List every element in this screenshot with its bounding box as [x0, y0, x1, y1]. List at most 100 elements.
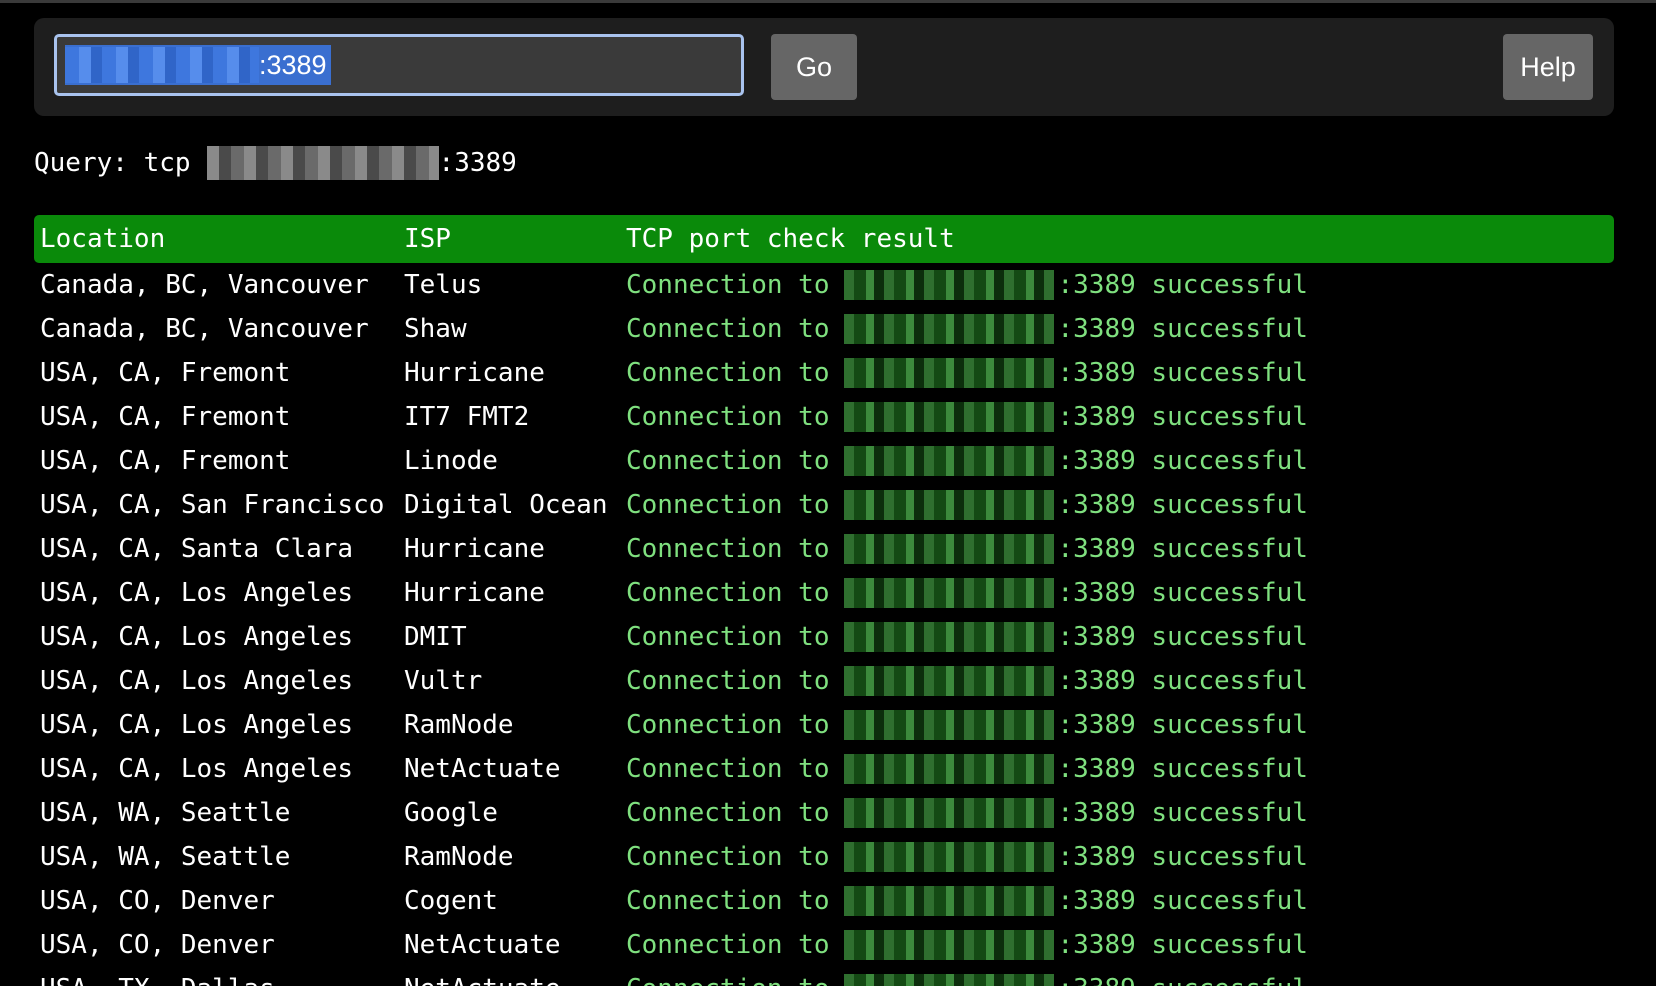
help-button[interactable]: Help	[1503, 34, 1593, 100]
result-prefix: Connection to	[626, 930, 830, 960]
row-location: USA, TX, Dallas	[40, 974, 275, 986]
result-suffix: :3389 successful	[1057, 930, 1308, 960]
table-header: Location ISP TCP port check result	[34, 215, 1614, 263]
redacted-host	[843, 842, 1054, 872]
row-location: Canada, BC, Vancouver	[40, 270, 369, 300]
window-top-border	[0, 0, 1656, 3]
row-location: USA, CO, Denver	[40, 886, 275, 916]
redacted-host	[65, 47, 259, 83]
query-toolbar: :3389 Go Help	[34, 18, 1614, 116]
redacted-host	[843, 578, 1054, 608]
row-location: USA, CA, Fremont	[40, 446, 291, 476]
row-result: Connection to :3389 successful	[626, 754, 1308, 784]
redacted-host	[843, 886, 1054, 916]
row-result: Connection to:3389 successful	[626, 886, 1308, 916]
redacted-host	[843, 754, 1054, 784]
result-suffix: :3389 successful	[1057, 490, 1308, 520]
redacted-host	[843, 798, 1054, 828]
redacted-host	[843, 666, 1054, 696]
result-suffix: :3389 successful	[1057, 402, 1308, 432]
row-isp: Hurricane	[404, 358, 545, 388]
query-input-port: :3389	[259, 49, 327, 80]
redacted-host	[843, 622, 1054, 652]
result-suffix: :3389 successful	[1057, 534, 1308, 564]
row-result: Connection to :3389 successful	[626, 710, 1308, 740]
result-suffix: :3389 successful	[1057, 270, 1308, 300]
row-isp: Hurricane	[404, 578, 545, 608]
row-location: USA, WA, Seattle	[40, 798, 291, 828]
table-row: USA, CA, Fremont IT7 FMT2 Connection to:33…	[34, 395, 1614, 439]
result-prefix: Connection to	[626, 314, 830, 344]
result-prefix: Connection to	[626, 886, 830, 916]
row-location: USA, CA, Los Angeles	[40, 666, 354, 696]
row-result: Connection to :3389 successful	[626, 842, 1308, 872]
redacted-host	[843, 974, 1054, 986]
row-isp: Telus	[404, 270, 483, 300]
row-isp: Google	[404, 798, 498, 828]
header-location: Location	[40, 224, 166, 254]
table-row: Canada, BC, Vancouver Telus Connection to:…	[34, 263, 1614, 307]
header-isp: ISP	[404, 224, 451, 254]
query-summary: Query: tcp :3389	[34, 146, 517, 180]
result-suffix: :3389 successful	[1057, 754, 1308, 784]
result-suffix: :3389 successful	[1058, 974, 1308, 986]
row-isp: Shaw	[404, 314, 467, 344]
row-isp: Linode	[404, 446, 498, 476]
redacted-host	[843, 446, 1054, 476]
row-location: USA, CA, Los Angeles	[40, 754, 354, 784]
result-suffix: :3389 successful	[1057, 622, 1308, 652]
row-location: USA, CA, Los Angeles	[40, 622, 354, 652]
result-suffix: :3389 successful	[1057, 314, 1308, 344]
redacted-host	[206, 146, 439, 180]
row-location: USA, CA, San Francisco	[40, 490, 385, 520]
result-suffix: :3389 successful	[1057, 666, 1308, 696]
redacted-host	[843, 402, 1054, 432]
result-prefix: Connection to	[626, 710, 830, 740]
result-suffix: :3389 successful	[1057, 446, 1308, 476]
result-suffix: :3389 successful	[1057, 842, 1308, 872]
row-location: Canada, BC, Vancouver	[40, 314, 369, 344]
row-result: Connection to:3389 successful	[626, 490, 1308, 520]
query-prefix: Query: tcp	[34, 148, 191, 178]
go-button[interactable]: Go	[771, 34, 857, 100]
result-prefix: Connection to	[626, 534, 830, 564]
row-isp: NetActuate	[404, 974, 561, 986]
result-prefix: Connection to	[626, 842, 830, 872]
table-row: USA, CA, Los Angeles NetActuate Connection…	[34, 747, 1614, 791]
result-suffix: :3389 successful	[1057, 710, 1308, 740]
redacted-host	[843, 358, 1054, 388]
row-result: Connection to:3389 successful	[626, 666, 1308, 696]
result-suffix: :3389 successful	[1057, 358, 1308, 388]
row-isp: Digital Ocean	[404, 490, 608, 520]
row-result: Connection to:3389 successful	[626, 446, 1308, 476]
query-input[interactable]: :3389	[54, 34, 744, 96]
row-isp: IT7 FMT2	[404, 402, 530, 432]
row-isp: Vultr	[404, 666, 483, 696]
redacted-host	[843, 490, 1054, 520]
row-result: Connection to :3389 successful	[626, 930, 1308, 960]
row-isp: NetActuate	[404, 754, 561, 784]
row-isp: Hurricane	[404, 534, 545, 564]
row-location: USA, CA, Fremont	[40, 402, 291, 432]
result-prefix: Connection to	[626, 754, 830, 784]
table-row: USA, TX, Dallas NetActuate Connection to :3…	[34, 967, 1614, 986]
table-row: USA, CO, Denver NetActuate Connection to :3…	[34, 923, 1614, 967]
table-row: USA, CA, Los Angeles DMIT Connection to:33…	[34, 615, 1614, 659]
result-prefix: Connection to	[626, 358, 830, 388]
result-suffix: :3389 successful	[1057, 578, 1308, 608]
row-result: Connection to :3389 successful	[626, 534, 1308, 564]
header-result: TCP port check result	[626, 224, 955, 254]
table-row: Canada, BC, Vancouver Shaw Connection to :3…	[34, 307, 1614, 351]
results-table: Location ISP TCP port check result Canad…	[34, 215, 1614, 986]
row-result: Connection to:3389 successful	[626, 270, 1308, 300]
result-suffix: :3389 successful	[1057, 798, 1308, 828]
row-location: USA, CO, Denver	[40, 930, 275, 960]
table-row: USA, CA, Los Angeles RamNode Connection to…	[34, 703, 1614, 747]
table-row: USA, WA, Seattle RamNode Connection to:338…	[34, 835, 1614, 879]
row-isp: NetActuate	[404, 930, 561, 960]
result-prefix: Connection to	[626, 798, 830, 828]
result-prefix: Connection to	[626, 974, 830, 986]
row-location: USA, WA, Seattle	[40, 842, 291, 872]
row-isp: DMIT	[404, 622, 467, 652]
redacted-host	[843, 534, 1054, 564]
